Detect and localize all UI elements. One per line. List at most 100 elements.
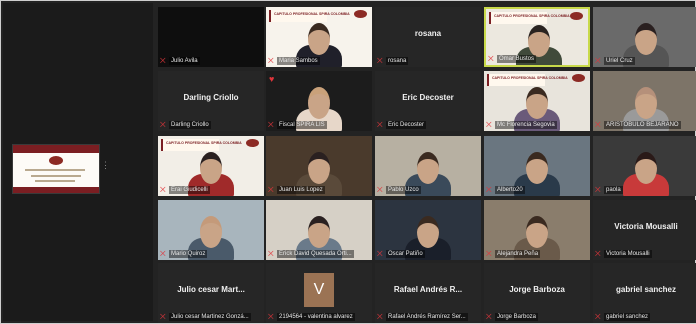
participant-name-label: ⨉ Uriel Cruz — [595, 56, 696, 66]
participant-display-name: Darling Criollo — [183, 93, 239, 102]
participant-tile[interactable]: rosana ⨉ rosana — [375, 7, 481, 67]
mic-off-icon: ⨉ — [268, 250, 274, 258]
participant-name: Juan Luis Lopez — [277, 186, 325, 194]
mic-off-icon: ⨉ — [268, 313, 274, 321]
participant-video-silhouette — [528, 25, 550, 57]
participant-name: Maria Sambos — [277, 57, 320, 65]
participant-video-silhouette — [526, 152, 548, 184]
participant-tile[interactable]: gabriel sanchez ⨉ gabriel sanchez — [593, 263, 696, 323]
participant-display-name: Rafael Andrés R... — [393, 285, 463, 294]
participant-name: Rafael Andrés Ramírez Ser... — [386, 313, 468, 321]
participant-tile[interactable]: Jorge Barboza ⨉ Jorge Barboza — [484, 263, 590, 323]
participant-tile[interactable]: Julio cesar Mart... ⨉ Julio cesar Martinez… — [158, 263, 264, 323]
participant-video-silhouette — [308, 216, 330, 248]
participant-name: Fiscal SPIRA LIS — [277, 121, 327, 129]
participant-name-label: ⨉ Erai Giudicelli — [160, 185, 262, 195]
participant-name-label: ⨉ Alejandra Peña — [486, 249, 588, 259]
mic-off-icon: ⨉ — [595, 57, 601, 65]
participant-name-label: ⨉ rosana — [377, 56, 479, 66]
participant-name-label: ⨉ ARISTOBULO BEJARANO — [595, 120, 696, 130]
mic-off-icon: ⨉ — [486, 313, 492, 321]
mic-off-icon: ⨉ — [377, 57, 383, 65]
participant-name: Uriel Cruz — [604, 57, 635, 65]
participant-video-silhouette — [526, 216, 548, 248]
participant-tile[interactable]: CAPITULO PROFESIONAL SPIRA COLOMBIA ⨉ Omar… — [484, 7, 590, 67]
participant-name-label: ⨉ Pablo Uzco — [377, 185, 479, 195]
participant-name: paola — [604, 186, 623, 194]
participant-display-name: Victoria Mousalli — [614, 222, 678, 231]
participant-tile[interactable]: ⨉ Oscar Patiño — [375, 200, 481, 260]
participant-name-label: ⨉ Juan Luis Lopez — [268, 185, 370, 195]
participant-tile[interactable]: ⨉ ARISTOBULO BEJARANO — [593, 71, 696, 131]
participant-display-name: Julio cesar Mart... — [177, 285, 245, 294]
participant-tile[interactable]: ⨉ Pablo Uzco — [375, 136, 481, 196]
participant-name-label: ⨉ Oscar Patiño — [377, 249, 479, 259]
mic-off-icon: ⨉ — [160, 250, 166, 258]
participant-name: Darling Criollo — [169, 121, 211, 129]
participant-tile[interactable]: V ⨉ 2194564 - valentina alvarez — [266, 263, 372, 323]
brand-logo-icon — [354, 10, 367, 18]
participant-name: Pablo Uzco — [386, 186, 421, 194]
participant-tile[interactable]: ♥ ⨉ Fiscal SPIRA LIS — [266, 71, 372, 131]
participant-name: Victoria Mousalli — [604, 250, 652, 258]
brand-logo-icon — [246, 139, 259, 147]
participant-tile[interactable]: Eric Decoster ⨉ Eric Decoster — [375, 71, 481, 131]
participant-tile[interactable]: ⨉ Mario Quiroz — [158, 200, 264, 260]
participant-tile[interactable]: CAPITULO PROFESIONAL SPIRA COLOMBIA ⨉ Mc F… — [484, 71, 590, 131]
participant-name: rosana — [386, 57, 409, 65]
virtual-background-banner: CAPITULO PROFESIONAL SPIRA COLOMBIA — [487, 74, 568, 86]
mic-off-icon: ⨉ — [488, 55, 494, 63]
mic-off-icon: ⨉ — [377, 186, 383, 194]
participant-name: Erick David Quesada Orti... — [277, 250, 354, 258]
mic-off-icon: ⨉ — [160, 57, 166, 65]
participant-video-silhouette — [308, 152, 330, 184]
participant-name: Eric Decoster — [386, 121, 427, 129]
mic-off-icon: ⨉ — [486, 121, 492, 129]
virtual-background-banner: CAPITULO PROFESIONAL SPIRA COLOMBIA — [489, 12, 570, 24]
participant-name-label: ⨉ Fiscal SPIRA LIS — [268, 120, 370, 130]
participant-tile[interactable]: Darling Criollo ⨉ Darling Criollo — [158, 71, 264, 131]
mic-off-icon: ⨉ — [595, 121, 601, 129]
participant-video-silhouette — [635, 87, 657, 119]
participant-name: Alejandra Peña — [495, 250, 541, 258]
banner-text: CAPITULO PROFESIONAL SPIRA COLOMBIA — [274, 12, 350, 16]
participant-name-label: ⨉ Alberto20 — [486, 185, 588, 195]
participant-tile[interactable]: CAPITULO PROFESIONAL SPIRA COLOMBIA ⨉ Mari… — [266, 7, 372, 67]
participant-tile[interactable]: ⨉ Erick David Quesada Orti... — [266, 200, 372, 260]
participant-name-label: ⨉ Mc Florencia Segovia — [486, 120, 588, 130]
mic-off-icon: ⨉ — [160, 121, 166, 129]
participant-tile[interactable]: Victoria Mousalli ⨉ Victoria Mousalli — [593, 200, 696, 260]
participant-name: gabriel sanchez — [604, 313, 651, 321]
participant-tile[interactable]: ⨉ Alejandra Peña — [484, 200, 590, 260]
participant-video-silhouette — [417, 152, 439, 184]
mic-off-icon: ⨉ — [268, 121, 274, 129]
participant-tile[interactable]: ⨉ Julio Avila — [158, 7, 264, 67]
participant-tile[interactable]: ⨉ Uriel Cruz — [593, 7, 696, 67]
mic-off-icon: ⨉ — [377, 313, 383, 321]
participant-name-label: ⨉ paola — [595, 185, 696, 195]
participant-video-silhouette — [200, 152, 222, 184]
participant-name: Omar Bustos — [497, 55, 537, 63]
heart-icon: ♥ — [269, 74, 275, 84]
participant-name-label: ⨉ Julio Avila — [160, 56, 262, 66]
banner-text: CAPITULO PROFESIONAL SPIRA COLOMBIA — [492, 76, 568, 80]
participant-tile[interactable]: ⨉ Juan Luis Lopez — [266, 136, 372, 196]
participant-tile[interactable]: Rafael Andrés R... ⨉ Rafael Andrés Ramírez… — [375, 263, 481, 323]
participant-display-name: Jorge Barboza — [509, 285, 565, 294]
participant-name: Oscar Patiño — [386, 250, 425, 258]
virtual-background-banner: CAPITULO PROFESIONAL SPIRA COLOMBIA — [269, 10, 350, 22]
participant-tile[interactable]: ⨉ Alberto20 — [484, 136, 590, 196]
mic-off-icon: ⨉ — [268, 186, 274, 194]
participant-tile[interactable]: CAPITULO PROFESIONAL SPIRA COLOMBIA ⨉ Erai… — [158, 136, 264, 196]
participant-name-label: ⨉ Maria Sambos — [268, 56, 370, 66]
mic-off-icon: ⨉ — [595, 250, 601, 258]
participant-name-label: ⨉ 2194564 - valentina alvarez — [268, 312, 370, 322]
mic-off-icon: ⨉ — [377, 250, 383, 258]
participant-name-label: ⨉ Victoria Mousalli — [595, 249, 696, 259]
participant-video-silhouette — [200, 216, 222, 248]
mic-off-icon: ⨉ — [486, 250, 492, 258]
participant-tile[interactable]: ⨉ paola — [593, 136, 696, 196]
participant-display-name: Eric Decoster — [402, 93, 454, 102]
participant-display-name: rosana — [414, 29, 442, 38]
participant-video-silhouette — [308, 23, 330, 55]
